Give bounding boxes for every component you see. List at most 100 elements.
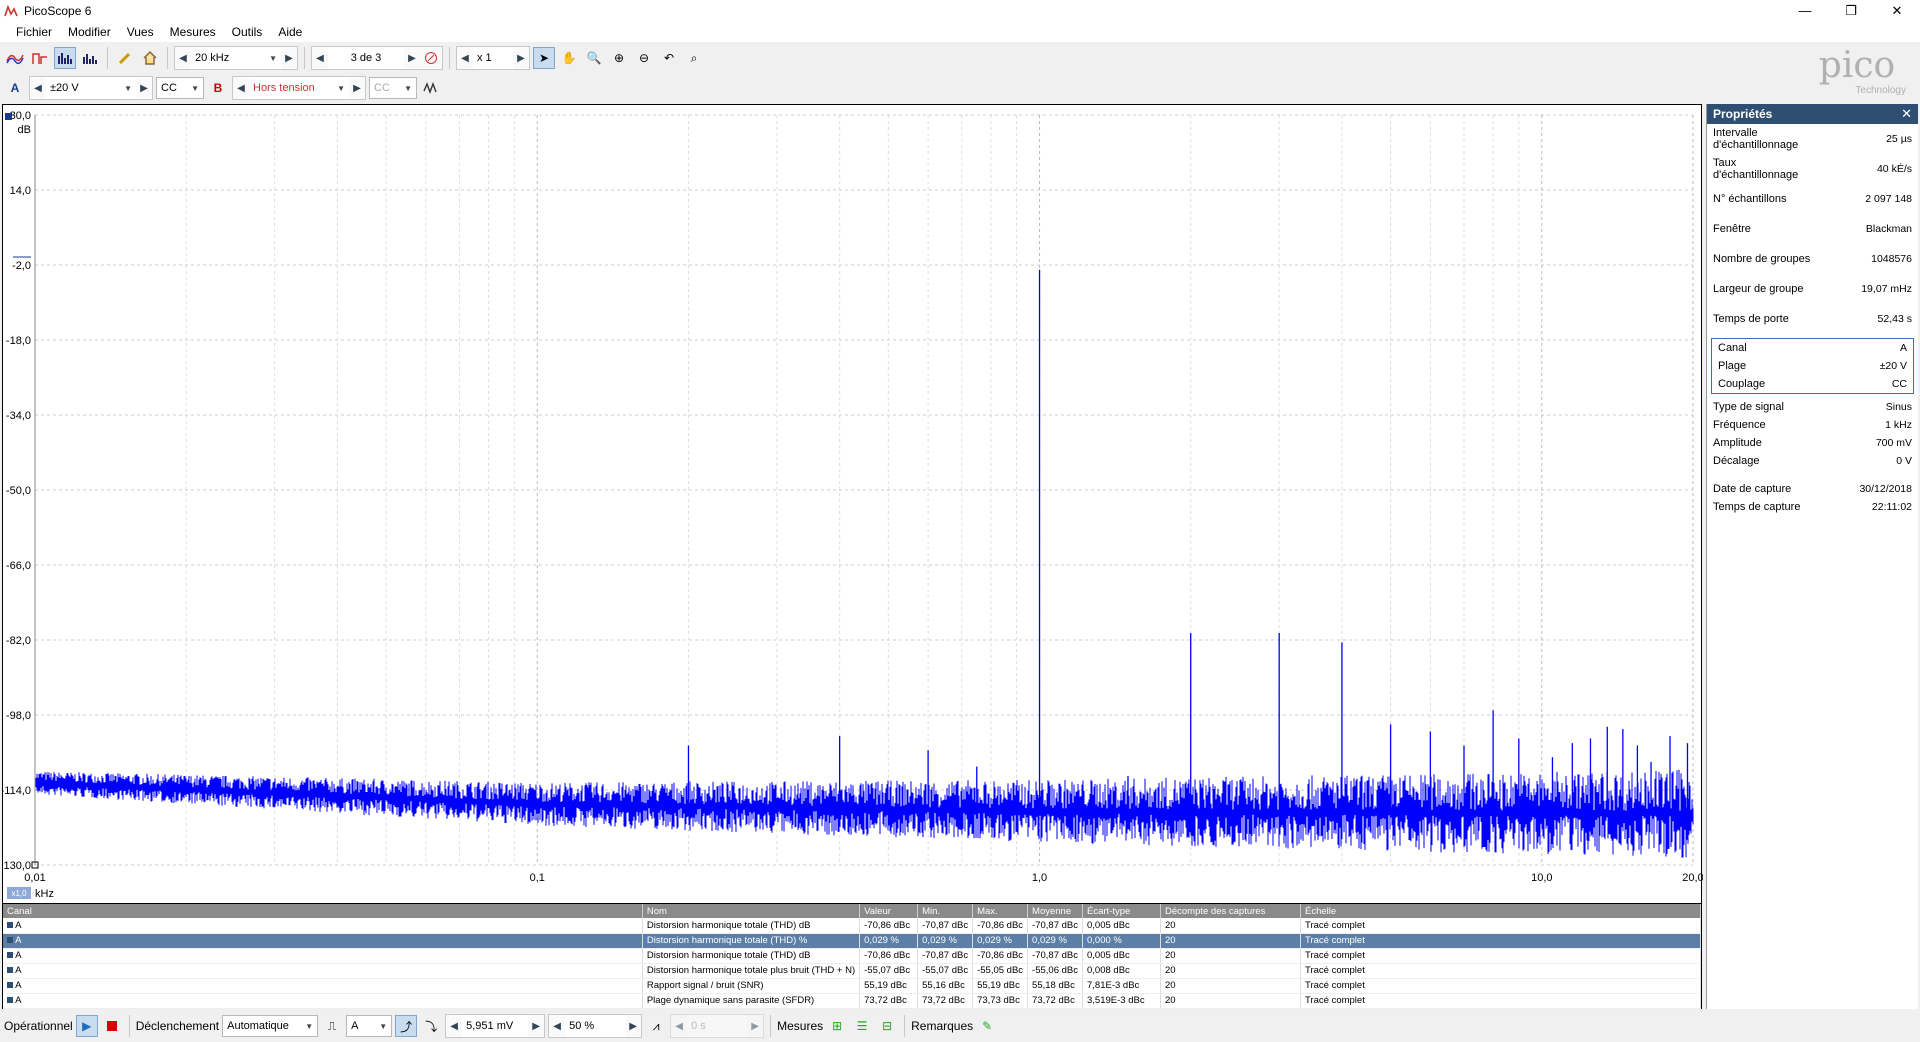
status-mode: Opérationnel [4,1019,73,1033]
pretrigger-next-icon[interactable]: ▶ [625,1015,641,1037]
range-b-select[interactable]: Hors tension ▼ [249,77,349,99]
table-cell: -55,06 dBc [1027,963,1083,979]
edit-measure-icon[interactable]: ☰ [851,1015,873,1037]
zoom-out-icon[interactable]: ⊖ [633,47,655,69]
delay-prev-icon[interactable]: ◀ [671,1015,687,1037]
frequency-select[interactable]: 20 kHz ▼ [191,47,281,69]
capture-index[interactable]: 3 de 3 [328,47,404,69]
play-icon[interactable]: ▶ [75,1015,98,1037]
table-cell: 73,72 dBc [859,993,919,1009]
falling-edge-icon[interactable]: ⤵ [420,1015,442,1037]
table-cell: A [3,918,643,934]
coupling-b-select[interactable]: CC ▼ [369,77,417,99]
delay-next-icon[interactable]: ▶ [747,1015,763,1037]
hand-tool-icon[interactable]: ✋ [558,47,580,69]
table-row[interactable]: A Distorsion harmonique totale (THD) % 0,0… [3,933,1701,949]
delay-input[interactable]: 0 s [687,1015,748,1037]
properties-channel-box: Canal A Plage ±20 V Couplage CC [1711,338,1914,394]
minimize-button[interactable]: — [1782,0,1828,22]
range-a-select[interactable]: ±20 V ▼ [46,77,136,99]
capture-next-icon[interactable]: ▶ [404,47,420,69]
scope-mode-icon[interactable] [4,47,26,69]
close-button[interactable]: ✕ [1874,0,1920,22]
properties-panel: Propriétés ✕ Intervalle d'échantillonnag… [1706,104,1918,1009]
property-label: Nombre de groupes [1713,253,1811,265]
trigger-mode-select[interactable]: Automatique ▼ [222,1015,319,1037]
property-row: Canal A [1712,339,1913,357]
spectrum-view-icon[interactable] [79,47,101,69]
freq-next-icon[interactable]: ▶ [281,47,297,69]
column-header[interactable]: Valeur [859,904,919,918]
pretrigger-prev-icon[interactable]: ◀ [549,1015,565,1037]
rising-edge-icon[interactable]: ⤴ [395,1015,418,1037]
capture-prev-icon[interactable]: ◀ [312,47,328,69]
buffer-navigator-icon[interactable] [420,47,442,69]
table-row[interactable]: A Distorsion harmonique totale (THD) dB -7… [3,948,1701,964]
signal-generator-icon[interactable] [420,77,442,99]
maximize-button[interactable]: ❐ [1828,0,1874,22]
channel-b-button[interactable]: B [207,77,229,99]
zoom-region-icon[interactable]: 🔍 [583,47,605,69]
pretrigger-input[interactable]: 50 % [565,1015,626,1037]
delete-measure-icon[interactable]: ⊟ [876,1015,898,1037]
column-header[interactable]: Canal [3,904,643,918]
home-icon[interactable] [139,47,161,69]
threshold-input[interactable]: 5,951 mV [462,1015,529,1037]
column-header[interactable]: Décompte des captures [1160,904,1301,918]
table-cell: -70,87 dBc [917,918,974,934]
persistence-mode-icon[interactable] [29,47,51,69]
notes-label: Remarques [911,1019,974,1033]
coupling-a-select[interactable]: CC ▼ [156,77,204,99]
chevron-down-icon: ▼ [191,83,199,93]
menu-outils[interactable]: Outils [224,22,271,42]
column-header[interactable]: Min. [917,904,974,918]
range-a-next-icon[interactable]: ▶ [136,77,152,99]
column-header[interactable]: Nom [642,904,861,918]
measurements-table[interactable]: Canal Nom Valeur Min. Max. Moyenne Écart-type D… [2,904,1702,1009]
table-row[interactable]: A Distorsion harmonique totale plus bruit… [3,963,1701,979]
property-label: Temps de capture [1713,501,1801,513]
property-label: N° échantillons [1713,193,1787,205]
add-measure-icon[interactable]: ⊞ [826,1015,848,1037]
channel-a-button[interactable]: A [4,77,26,99]
zoom-in-icon[interactable]: ⊕ [608,47,630,69]
range-a-prev-icon[interactable]: ◀ [30,77,46,99]
zoom-overview-icon[interactable]: ⌕ [683,47,705,69]
threshold-next-icon[interactable]: ▶ [528,1015,544,1037]
range-b-prev-icon[interactable]: ◀ [233,77,249,99]
table-row[interactable]: A Plage dynamique sans parasite (SFDR) 73,… [3,993,1701,1009]
menu-bar: Fichier Modifier Vues Mesures Outils Aid… [0,22,1920,42]
advanced-trigger-icon[interactable]: ⩘ [645,1015,667,1037]
table-cell: 73,72 dBc [1027,993,1083,1009]
zoom-factor[interactable]: x 1 [473,47,513,69]
trigger-channel-select[interactable]: A ▼ [346,1015,393,1037]
stop-icon[interactable] [101,1015,123,1037]
menu-fichier[interactable]: Fichier [8,22,60,42]
column-header[interactable]: Max. [972,904,1029,918]
table-row[interactable]: A Rapport signal / bruit (SNR) 55,19 dBc 55… [3,978,1701,994]
menu-aide[interactable]: Aide [270,22,310,42]
threshold-prev-icon[interactable]: ◀ [446,1015,462,1037]
table-row[interactable]: A Distorsion harmonique totale (THD) dB -7… [3,918,1701,934]
spectrum-view[interactable]: 30,0 14,0 -2,0 -18,0 -34,0 -50,0 -66,0 -82,0 -98… [0,104,1704,905]
window-title: PicoScope 6 [24,4,92,18]
spectrum-mode-icon[interactable] [54,47,76,69]
pointer-tool-icon[interactable]: ➤ [533,47,555,69]
freq-prev-icon[interactable]: ◀ [175,47,191,69]
property-value: 22:11:02 [1871,501,1912,513]
range-b-next-icon[interactable]: ▶ [349,77,365,99]
zoom-prev-icon[interactable]: ◀ [457,47,473,69]
undo-zoom-icon[interactable]: ↶ [658,47,680,69]
menu-vues[interactable]: Vues [119,22,162,42]
close-icon[interactable]: ✕ [1901,106,1912,122]
menu-modifier[interactable]: Modifier [60,22,119,42]
zoom-next-icon[interactable]: ▶ [513,47,529,69]
notes-icon[interactable]: ✎ [976,1015,998,1037]
spectrum-chart[interactable]: 30,0 14,0 -2,0 -18,0 -34,0 -50,0 -66,0 -82,0 -98… [0,105,1704,905]
column-header[interactable]: Moyenne [1027,904,1083,918]
trigger-edge-icon[interactable]: ⎍ [321,1015,343,1037]
menu-mesures[interactable]: Mesures [162,22,224,42]
probe-icon[interactable] [114,47,136,69]
column-header[interactable]: Écart-type [1082,904,1161,918]
column-header[interactable]: Échelle [1300,904,1701,918]
